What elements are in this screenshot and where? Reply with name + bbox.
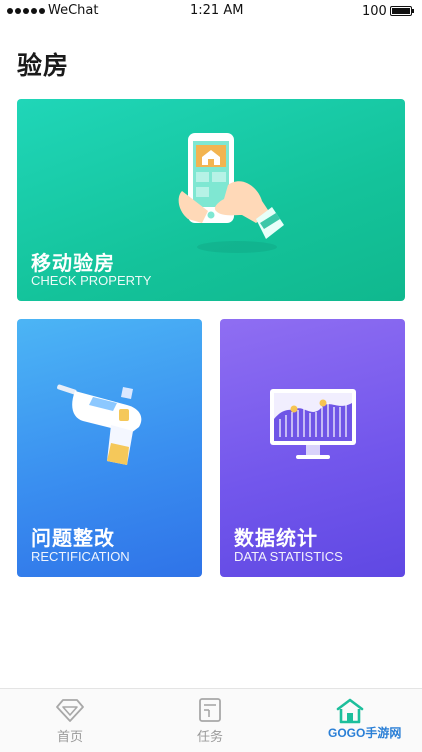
battery-icon xyxy=(390,6,414,16)
watermark-logo: GOGO手游网 xyxy=(328,726,402,740)
check-property-card[interactable]: 移动验房 CHECK PROPERTY xyxy=(17,99,405,301)
check-property-subtitle: CHECK PROPERTY xyxy=(31,273,152,288)
data-statistics-title: 数据统计 xyxy=(234,526,318,550)
house-icon xyxy=(336,698,364,724)
tab-task-label: 任务 xyxy=(196,730,223,745)
tab-home-label: 首页 xyxy=(56,730,83,745)
tab-home[interactable]: 首页 xyxy=(20,689,120,752)
task-document-icon xyxy=(199,698,221,722)
status-bar: WeChat 1:21 AM 100 xyxy=(0,0,422,24)
tab-task[interactable]: 任务 xyxy=(160,689,260,752)
data-statistics-card[interactable]: 数据统计 DATA STATISTICS xyxy=(220,319,405,577)
data-statistics-subtitle: DATA STATISTICS xyxy=(234,549,343,564)
phone-hand-illustration xyxy=(178,133,284,253)
signal-strength-icon xyxy=(7,8,45,14)
check-property-title: 移动验房 xyxy=(31,251,115,275)
rectification-title: 问题整改 xyxy=(31,526,115,550)
rectification-card[interactable]: 问题整改 RECTIFICATION xyxy=(17,319,202,577)
diamond-home-icon xyxy=(56,699,84,722)
carrier-name: WeChat xyxy=(48,3,99,18)
battery-level: 100 xyxy=(362,4,387,19)
status-time: 1:21 AM xyxy=(190,3,244,18)
page-title: 验房 xyxy=(17,51,70,80)
monitor-chart-illustration xyxy=(270,389,356,459)
rectification-subtitle: RECTIFICATION xyxy=(31,549,130,564)
drill-illustration xyxy=(57,384,142,465)
